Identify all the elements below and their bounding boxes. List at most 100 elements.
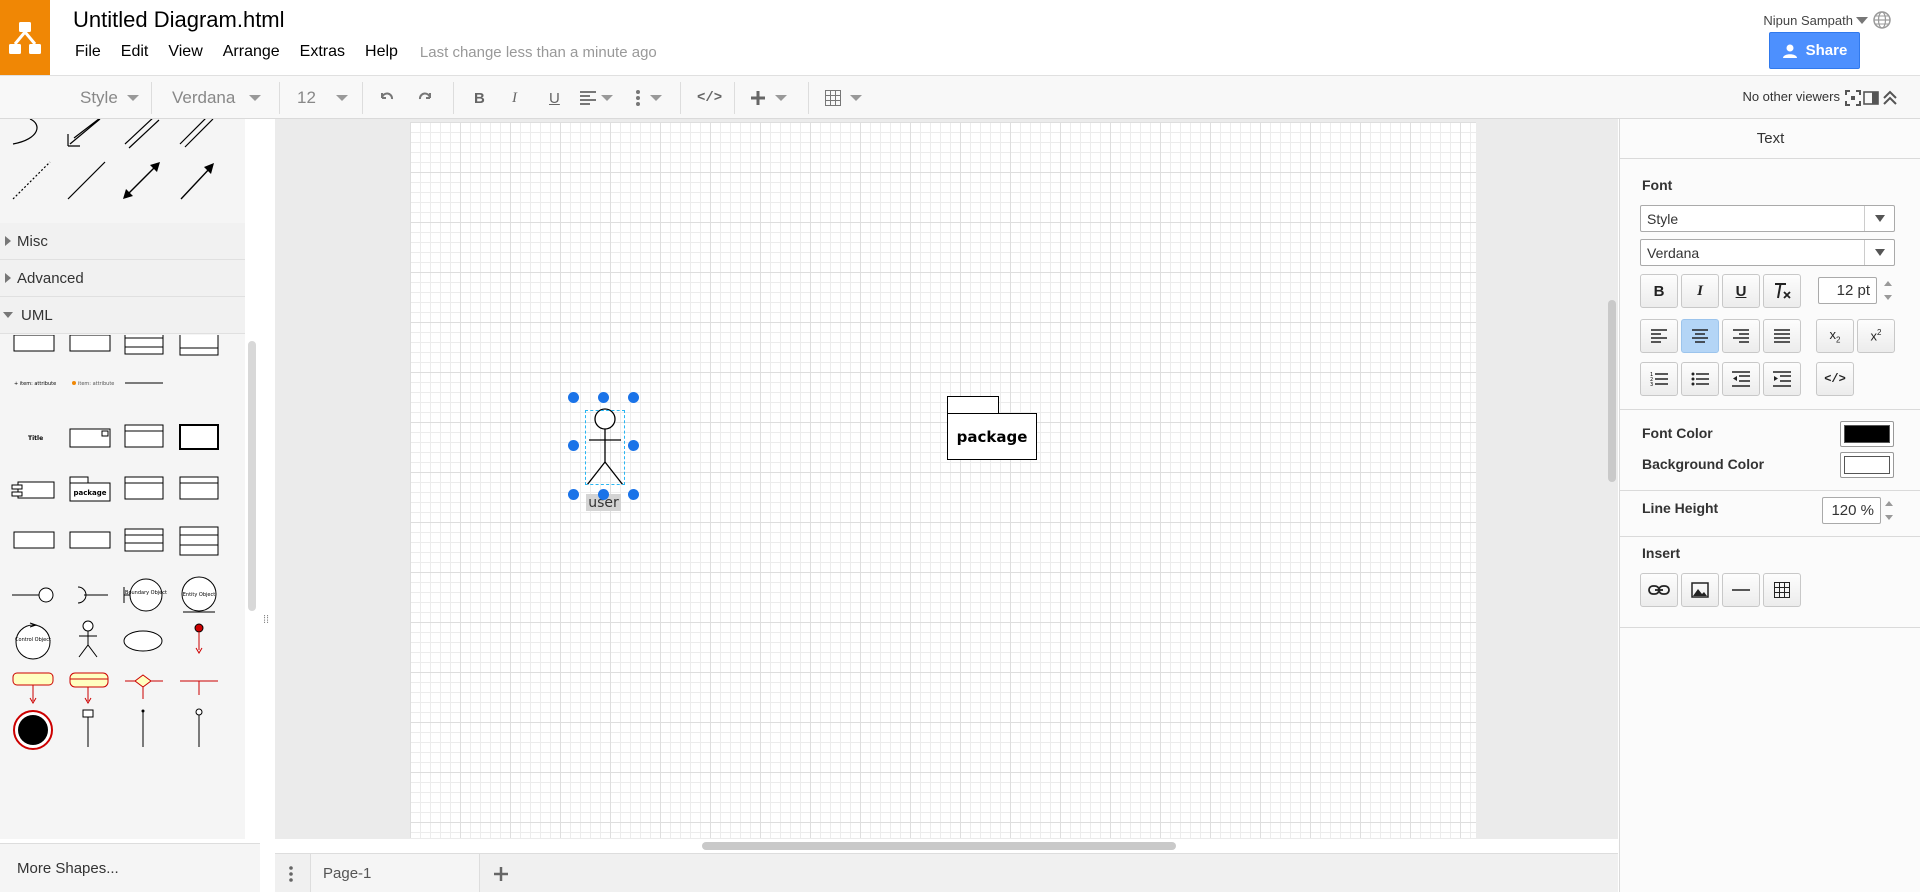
uml-lifeline-3-shape-icon[interactable] — [195, 708, 203, 747]
underline-button[interactable]: U — [1722, 274, 1760, 308]
language-globe-icon[interactable] — [1872, 10, 1892, 30]
outdent-button[interactable] — [1722, 362, 1760, 396]
uml-shape-r5c3-icon[interactable] — [124, 528, 164, 552]
uml-class-3-shape-icon[interactable] — [124, 424, 164, 448]
uml-attribute-icon-shape-icon[interactable]: item: attribute — [72, 381, 114, 387]
uml-object-shape-icon[interactable] — [13, 335, 55, 352]
bullet-list-button[interactable] — [1681, 362, 1719, 396]
double-arrow-diagonal-shape-icon[interactable] — [67, 119, 104, 147]
indent-button[interactable] — [1763, 362, 1801, 396]
resize-handle-ne[interactable] — [628, 392, 639, 403]
uml-package-tab[interactable] — [947, 396, 999, 414]
uml-control-object-shape-icon[interactable]: Control Object — [15, 622, 51, 660]
uml-boundary-object-shape-icon[interactable]: Boundary Object — [123, 578, 167, 612]
font-family-dropdown[interactable]: Verdana — [172, 76, 262, 120]
italic-button[interactable]: I — [1681, 274, 1719, 308]
uml-shape-r5c1-icon[interactable] — [13, 531, 55, 549]
font-size-dropdown[interactable]: 12 — [297, 76, 348, 120]
uml-entity-object-shape-icon[interactable]: Entity Object — [181, 576, 217, 613]
resize-handle-n[interactable] — [598, 392, 609, 403]
superscript-button[interactable]: x2 — [1857, 319, 1895, 353]
pages-menu-icon[interactable] — [289, 866, 293, 882]
line-height-stepper[interactable] — [1883, 497, 1895, 524]
user-menu-chevron-icon[interactable] — [1856, 17, 1868, 24]
uml-attribute-shape-icon[interactable]: + item: attribute — [14, 381, 56, 387]
align-dropdown[interactable] — [580, 76, 613, 120]
uml-activity-shape-icon[interactable] — [12, 672, 54, 704]
sidebar-scrollbar[interactable] — [248, 341, 256, 611]
menu-file[interactable]: File — [75, 43, 101, 61]
uml-module-shape-icon[interactable] — [11, 481, 55, 499]
share-button[interactable]: Share — [1769, 32, 1860, 69]
format-panel-tab-text[interactable]: Text — [1620, 119, 1920, 159]
resize-handle-nw[interactable] — [568, 392, 579, 403]
uml-lifeline-shape-icon[interactable] — [82, 709, 94, 747]
style-select[interactable]: Style — [1640, 205, 1895, 232]
clear-formatting-button[interactable] — [1763, 274, 1801, 308]
insert-horizontal-rule-button[interactable] — [1722, 573, 1760, 607]
font-size-input[interactable]: 12 pt — [1818, 277, 1877, 304]
page-tab-1[interactable]: Page-1 — [310, 854, 480, 892]
background-color-swatch[interactable] — [1840, 452, 1894, 478]
uml-class-5-shape-icon[interactable] — [179, 476, 219, 500]
bold-icon[interactable]: B — [474, 76, 485, 120]
app-logo[interactable] — [0, 0, 50, 75]
table-dropdown[interactable] — [825, 76, 862, 120]
underline-icon[interactable]: U — [549, 76, 560, 120]
align-right-button[interactable] — [1722, 319, 1760, 353]
bold-button[interactable]: B — [1640, 274, 1678, 308]
uml-class-4-shape-icon[interactable] — [124, 476, 164, 500]
line-shape-icon[interactable] — [67, 161, 106, 200]
collapse-chevron-up-icon[interactable] — [1882, 90, 1898, 106]
html-code-button[interactable]: </> — [1816, 362, 1854, 396]
diagram-page[interactable] — [410, 122, 1476, 838]
dotted-line-shape-icon[interactable] — [12, 161, 51, 200]
section-uml[interactable]: UML — [0, 297, 245, 334]
arrow-shape-icon[interactable] — [180, 163, 214, 200]
resize-handle-sw[interactable] — [568, 489, 579, 500]
user-name[interactable]: Nipun Sampath — [1763, 13, 1853, 28]
fullscreen-icon[interactable] — [1845, 90, 1861, 106]
html-code-icon[interactable]: </> — [697, 76, 722, 120]
document-title[interactable]: Untitled Diagram.html — [73, 7, 285, 33]
resize-handle-s[interactable] — [598, 489, 609, 500]
undo-icon[interactable] — [379, 90, 395, 106]
font-family-select[interactable]: Verdana — [1640, 239, 1895, 266]
uml-interface-shape-icon[interactable] — [69, 335, 111, 352]
redo-icon[interactable] — [417, 90, 433, 106]
resize-handle-se[interactable] — [628, 489, 639, 500]
uml-lifeline-start-shape-icon[interactable] — [194, 623, 204, 654]
align-center-button[interactable] — [1681, 319, 1719, 353]
menu-edit[interactable]: Edit — [121, 43, 149, 61]
uml-class-2-shape-icon[interactable] — [179, 335, 219, 356]
sidebar-resize-handle[interactable]: ⁞⁞ — [263, 614, 269, 626]
uml-final-state-shape-icon[interactable] — [13, 710, 53, 750]
canvas-horizontal-scrollbar[interactable] — [702, 842, 1176, 850]
style-dropdown[interactable]: Style — [80, 76, 139, 120]
menu-extras[interactable]: Extras — [300, 43, 345, 61]
add-page-plus-icon[interactable] — [493, 866, 509, 882]
italic-icon[interactable]: I — [512, 76, 517, 120]
menu-help[interactable]: Help — [365, 43, 398, 61]
format-panel-toggle-icon[interactable] — [1863, 90, 1879, 106]
section-advanced[interactable]: Advanced — [0, 260, 245, 297]
font-color-swatch[interactable] — [1840, 421, 1894, 447]
uml-frame-shape-icon[interactable] — [179, 424, 219, 450]
menu-arrange[interactable]: Arrange — [223, 43, 280, 61]
subscript-button[interactable]: x2 — [1816, 319, 1854, 353]
uml-provided-interface-shape-icon[interactable] — [12, 587, 54, 603]
curve-shape-icon[interactable] — [12, 119, 38, 145]
line-height-input[interactable]: 120 % — [1822, 497, 1881, 524]
resize-handle-w[interactable] — [568, 440, 579, 451]
uml-use-case-shape-icon[interactable] — [123, 630, 163, 652]
uml-component-shape-icon[interactable] — [69, 428, 111, 448]
uml-required-interface-shape-icon[interactable] — [77, 586, 108, 604]
uml-title-shape-icon[interactable]: Title — [28, 435, 43, 442]
bidirectional-arrow-shape-icon[interactable] — [123, 162, 160, 199]
menu-view[interactable]: View — [168, 43, 202, 61]
uml-actor-shape-icon[interactable] — [78, 620, 98, 658]
uml-class-shape-icon[interactable] — [124, 335, 164, 355]
uml-fork-shape-icon[interactable] — [180, 680, 218, 695]
last-change-status[interactable]: Last change less than a minute ago — [420, 44, 657, 61]
insert-dropdown[interactable] — [750, 76, 787, 120]
